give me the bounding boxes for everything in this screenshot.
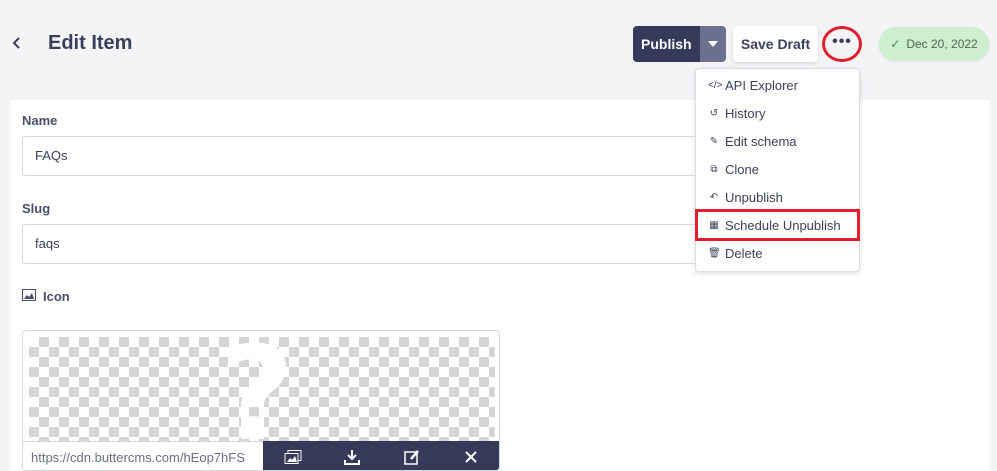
history-icon: ↺	[709, 107, 719, 119]
more-options-button[interactable]: •••	[822, 26, 862, 62]
trash-icon: 🗑	[708, 247, 721, 259]
edit-image-icon[interactable]	[382, 441, 442, 470]
undo-icon: ↶	[709, 191, 719, 203]
menu-item-label: History	[725, 105, 766, 121]
image-preview[interactable]: ?	[29, 331, 495, 459]
menu-item-clone[interactable]: ⧉ Clone	[696, 155, 861, 183]
code-icon: </>	[708, 79, 723, 91]
calendar-icon: ▦	[709, 219, 719, 231]
more-options-menu: </> API Explorer ↺ History ✎ Edit schema…	[695, 68, 860, 272]
clone-icon: ⧉	[710, 163, 718, 175]
media-library-icon[interactable]	[263, 441, 323, 470]
slug-label: Slug	[22, 201, 51, 216]
name-input[interactable]: FAQs	[22, 136, 742, 176]
image-url-input[interactable]: https://cdn.buttercms.com/hEop7hFS	[23, 441, 263, 470]
page-title: Edit Item	[48, 32, 133, 54]
icon-label-text: Icon	[43, 289, 70, 304]
menu-item-history[interactable]: ↺ History	[696, 99, 861, 127]
menu-item-label: API Explorer	[725, 77, 798, 93]
image-toolbar	[263, 441, 500, 470]
menu-item-edit-schema[interactable]: ✎ Edit schema	[696, 127, 861, 155]
download-icon[interactable]	[323, 441, 383, 470]
publish-button-group: Publish	[633, 26, 726, 62]
menu-item-label: Unpublish	[725, 189, 783, 205]
menu-item-label: Clone	[725, 161, 759, 177]
check-icon: ✓	[890, 37, 901, 51]
publish-dropdown-button[interactable]	[699, 26, 726, 62]
image-icon	[22, 289, 36, 304]
save-draft-button[interactable]: Save Draft	[733, 26, 818, 62]
menu-item-label: Edit schema	[725, 133, 797, 149]
publish-button[interactable]: Publish	[633, 26, 700, 62]
menu-item-delete[interactable]: 🗑 Delete	[696, 239, 861, 267]
menu-item-schedule-unpublish[interactable]: ▦ Schedule Unpublish	[695, 209, 860, 241]
icon-field-label: Icon	[22, 289, 70, 304]
image-upload-field: ? https://cdn.buttercms.com/hEop7hFS	[22, 330, 500, 471]
status-date: Dec 20, 2022	[906, 37, 978, 51]
name-label: Name	[22, 113, 58, 128]
slug-input[interactable]: faqs	[22, 224, 742, 264]
menu-item-label: Delete	[725, 245, 763, 261]
status-badge: ✓ Dec 20, 2022	[879, 27, 989, 61]
chevron-down-icon	[707, 39, 718, 50]
menu-item-api-explorer[interactable]: </> API Explorer	[696, 71, 861, 99]
back-arrow-icon[interactable]	[10, 33, 26, 55]
pencil-icon: ✎	[709, 135, 719, 147]
remove-image-icon[interactable]	[442, 441, 500, 470]
placeholder-question-icon: ?	[219, 330, 295, 470]
ellipsis-icon: •••	[832, 33, 852, 50]
menu-item-label: Schedule Unpublish	[725, 217, 841, 233]
menu-item-unpublish[interactable]: ↶ Unpublish	[696, 183, 861, 211]
